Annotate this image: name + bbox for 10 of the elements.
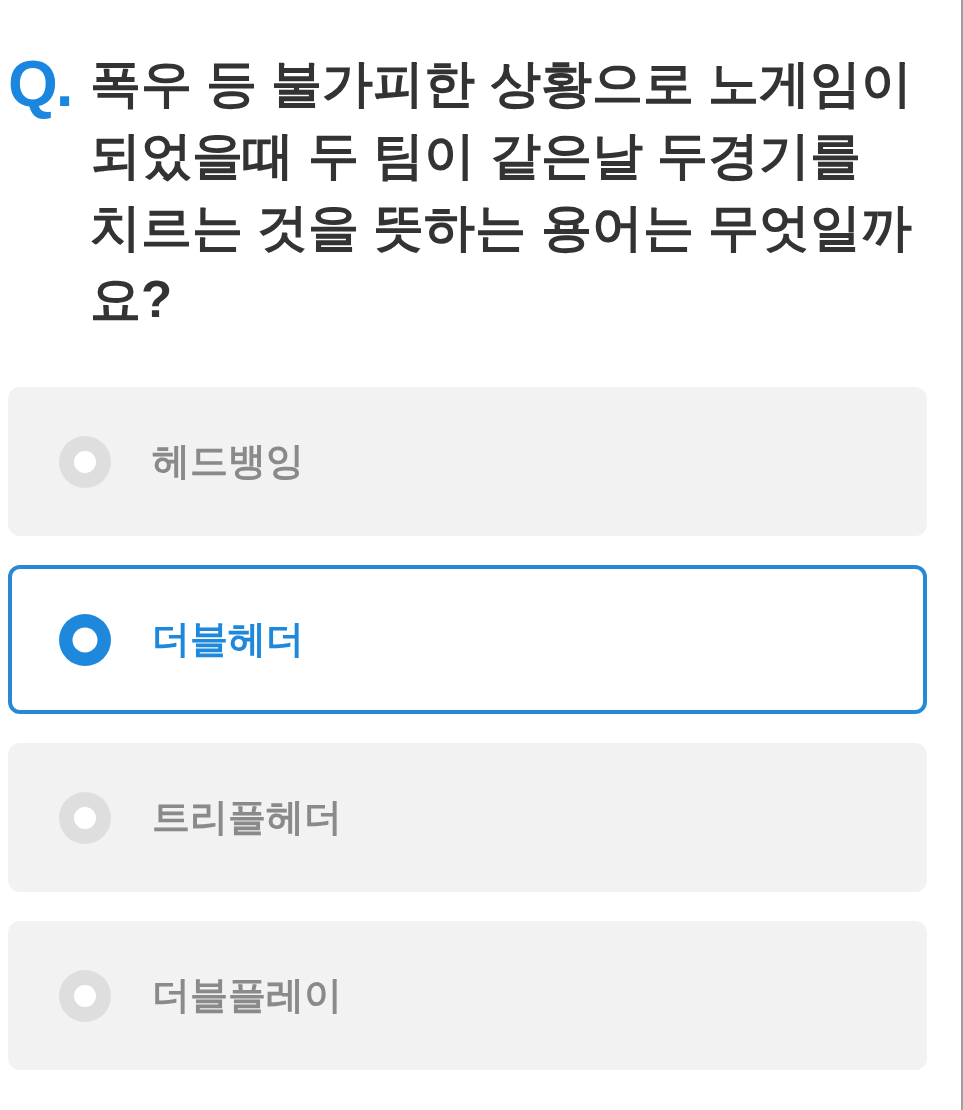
question-text: 폭우 등 불가피한 상황으로 노게임이 되었을때 두 팀이 같은날 두경기를 치르는 것을 뜻하는 용어는 무엇일까요? [90,54,913,330]
answer-option[interactable]: 헤드뱅잉 [8,387,927,536]
answer-option[interactable]: 트리플헤더 [8,743,927,892]
answer-option[interactable]: 더블플레이 [8,921,927,1070]
radio-icon[interactable] [59,791,111,844]
answer-option[interactable]: 더블헤더 [8,565,927,714]
radio-icon[interactable] [59,435,111,488]
radio-icon[interactable] [59,969,111,1022]
radio-icon[interactable] [59,613,111,666]
question-marker: Q. [8,48,73,120]
